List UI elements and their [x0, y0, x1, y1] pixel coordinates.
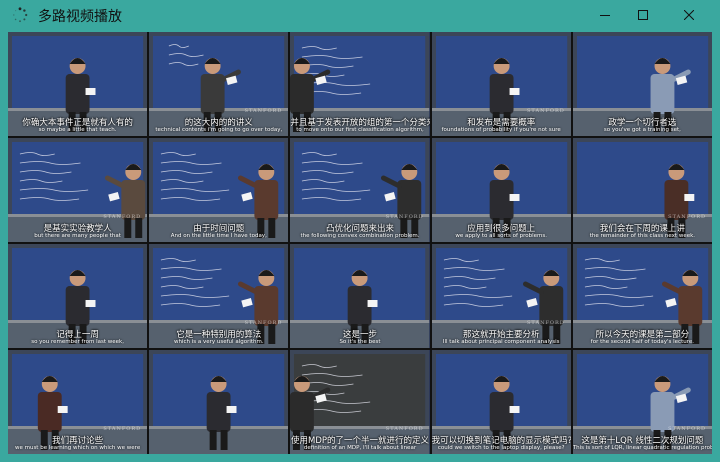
video-frame [149, 350, 289, 454]
video-tile[interactable]: 这是一步 So it's the best [290, 244, 430, 348]
video-frame [572, 350, 712, 454]
watermark: STANFORD [526, 320, 565, 326]
video-tile[interactable]: 我们会在下周的课上讲 the remainder of this class ne… [572, 138, 712, 242]
video-tile[interactable]: 那这就开始主要分析 Ill talk about principal compon… [431, 244, 571, 348]
video-tile[interactable] [149, 350, 289, 454]
video-frame [572, 32, 712, 136]
watermark: STANFORD [103, 214, 142, 220]
loading-spinner-icon [12, 7, 28, 23]
video-tile[interactable]: 这是第十LQR 线性二次规划问题 This is sort of LQR, lin… [572, 350, 712, 454]
video-frame [149, 244, 289, 348]
video-frame [431, 350, 571, 454]
video-frame [290, 138, 430, 242]
video-tile[interactable]: 的这大内的的讲义 technical contents i'm going to … [149, 32, 289, 136]
video-tile[interactable]: 和发布是需要概率 foundations of probability if yo… [431, 32, 571, 136]
watermark: STANFORD [668, 426, 706, 432]
video-frame [572, 138, 712, 242]
video-frame [431, 244, 571, 348]
video-tile[interactable]: 你确大本事件正是就有人有的 so maybe a little that teac… [8, 32, 148, 136]
video-frame [572, 244, 712, 348]
video-tile[interactable]: 所以今天的课是第二部分 for the second half of today'… [572, 244, 712, 348]
video-frame [290, 32, 430, 136]
video-tile[interactable]: 是基实实验教学人 but there are many people that ST… [8, 138, 148, 242]
minimize-icon [600, 15, 610, 16]
video-tile[interactable]: 使用MDP的了一个半一就进行的定义 definition of an MDP, I… [290, 350, 430, 454]
video-tile[interactable]: 应用到很多问题上 we apply to all sorts of problem… [431, 138, 571, 242]
maximize-button[interactable] [620, 0, 666, 30]
close-icon [684, 10, 694, 20]
video-frame [8, 244, 148, 348]
video-frame [8, 138, 148, 242]
window-title: 多路视频播放 [38, 9, 122, 25]
video-frame [149, 32, 289, 136]
watermark: STANFORD [385, 426, 424, 432]
video-grid: 你确大本事件正是就有人有的 so maybe a little that teac… [8, 32, 712, 454]
watermark: STANFORD [244, 108, 283, 114]
video-tile[interactable]: 它是一种特别用的算法 which is a very useful algorit… [149, 244, 289, 348]
video-frame [290, 350, 430, 454]
video-tile[interactable]: 并且基于发表开放的组的第一个分类来说 to move onto our first… [290, 32, 430, 136]
watermark: STANFORD [385, 214, 424, 220]
watermark: STANFORD [244, 320, 283, 326]
video-tile[interactable]: 由于时间问题 And on the little time I have toda… [149, 138, 289, 242]
watermark: STANFORD [668, 214, 706, 220]
watermark: STANFORD [103, 426, 142, 432]
video-frame [290, 244, 430, 348]
watermark: STANFORD [526, 108, 565, 114]
video-frame [149, 138, 289, 242]
video-frame [8, 32, 148, 136]
video-tile[interactable]: 凸优化问题来出来 the following convex combination… [290, 138, 430, 242]
video-tile[interactable]: 我可以切换到笔记电脑的显示模式吗? could we switch to the … [431, 350, 571, 454]
video-frame [431, 138, 571, 242]
app-window: 多路视频播放 你确大本事件正是就有人有的 so maybe a little th… [0, 0, 720, 462]
video-tile[interactable]: 我们再讨论些 we must be learning which on which… [8, 350, 148, 454]
blackboard [11, 354, 144, 428]
video-frame [8, 350, 148, 454]
video-tile[interactable]: 记得上一周 so you remember from last week, [8, 244, 148, 348]
title-bar[interactable]: 多路视频播放 [0, 0, 720, 30]
maximize-icon [638, 10, 648, 20]
video-tile[interactable]: 政学一个切行者选 so you've got a training set, [572, 32, 712, 136]
video-frame [431, 32, 571, 136]
blackboard [576, 142, 709, 216]
close-button[interactable] [666, 0, 712, 30]
